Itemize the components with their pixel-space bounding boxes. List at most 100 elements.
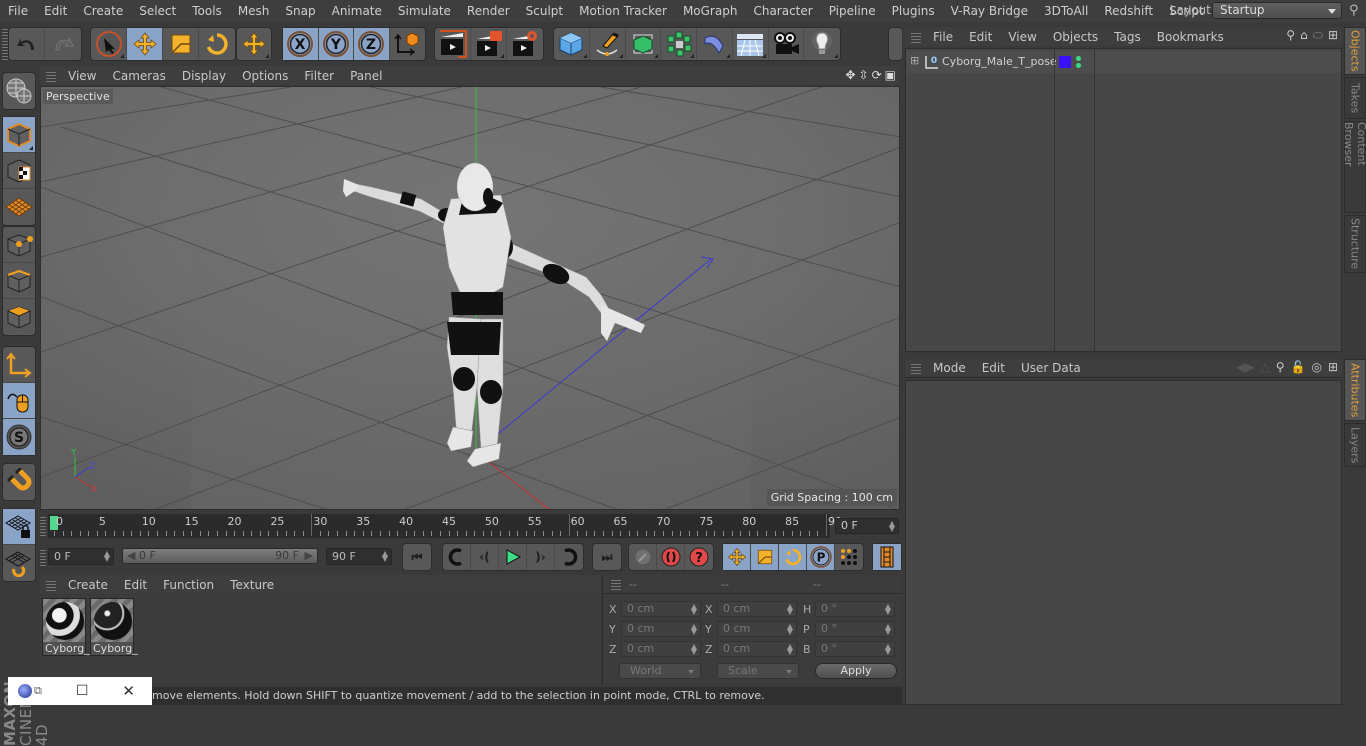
scale-key-button[interactable]: [751, 544, 779, 570]
scale-tool-button[interactable]: [163, 28, 199, 60]
back-icon[interactable]: ◀▶: [1236, 360, 1254, 374]
menu-select[interactable]: Select: [131, 4, 184, 18]
parameter-key-button[interactable]: P: [807, 544, 835, 570]
add-floor-button[interactable]: [733, 28, 769, 60]
render-settings-button[interactable]: [507, 28, 543, 60]
make-editable-button[interactable]: [3, 73, 35, 109]
object-name[interactable]: Cyborg_Male_T_pose: [942, 55, 1057, 68]
apply-button[interactable]: Apply: [815, 663, 897, 679]
target-icon[interactable]: ◎: [1311, 360, 1321, 374]
tab-takes[interactable]: Takes: [1344, 77, 1366, 119]
rotation-b-field[interactable]: 0 ° ▲ ▼: [815, 641, 895, 657]
viewport-menu-display[interactable]: Display: [174, 69, 234, 83]
size-y-field[interactable]: 0 cm ▲ ▼: [717, 621, 797, 637]
tab-content-browser[interactable]: Content Browser: [1342, 121, 1366, 213]
viewport-grip[interactable]: [46, 69, 56, 82]
restore-icon[interactable]: ⧉: [34, 684, 42, 698]
model-mode-button[interactable]: [3, 117, 35, 153]
search-icon[interactable]: ⚲: [1349, 3, 1359, 18]
object-menu-objects[interactable]: Objects: [1045, 30, 1106, 44]
material-menu-texture[interactable]: Texture: [222, 578, 282, 592]
snap-button[interactable]: [3, 464, 35, 500]
orbit-icon[interactable]: ⟳: [872, 68, 882, 82]
render-to-picture-viewer-button[interactable]: [471, 28, 507, 60]
position-z-field[interactable]: 0 cm ▲ ▼: [621, 641, 701, 657]
attributes-menu-mode[interactable]: Mode: [925, 361, 974, 375]
object-menu-file[interactable]: File: [925, 30, 961, 44]
add-cloner-button[interactable]: [661, 28, 697, 60]
size-x-field[interactable]: 0 cm ▲ ▼: [717, 601, 797, 617]
search-icon[interactable]: ⚲: [1276, 360, 1285, 374]
menu-sculpt[interactable]: Sculpt: [518, 4, 571, 18]
object-menu-edit[interactable]: Edit: [961, 30, 1000, 44]
viewport-menu-cameras[interactable]: Cameras: [104, 69, 173, 83]
edges-mode-button[interactable]: [3, 263, 35, 299]
timeline-window-button[interactable]: [873, 544, 901, 570]
toggle-layout-icon[interactable]: ▣: [885, 68, 896, 82]
x-axis-lock-button[interactable]: X: [283, 28, 319, 60]
range-left-arrow-icon[interactable]: ◀: [127, 549, 135, 563]
viewport-menu-options[interactable]: Options: [234, 69, 296, 83]
object-row[interactable]: ⊞ 0 Cyborg_Male_T_pose: [906, 51, 1341, 73]
workplane-mode-button[interactable]: [3, 189, 35, 225]
attributes-grip[interactable]: [911, 362, 921, 374]
transport-grip[interactable]: [40, 548, 46, 566]
attributes-menu-user-data[interactable]: User Data: [1013, 361, 1089, 375]
undo-button[interactable]: [9, 28, 45, 60]
record-keys-button[interactable]: [629, 544, 657, 570]
material-swatch[interactable]: Cyborg_: [42, 598, 90, 656]
workplane-lock-button[interactable]: [3, 509, 35, 545]
menu-edit[interactable]: Edit: [36, 4, 75, 18]
go-to-start-button[interactable]: ⏮: [403, 544, 431, 570]
solo-button[interactable]: S: [3, 419, 35, 455]
search-icon[interactable]: ⚲: [1286, 28, 1295, 43]
add-light-button[interactable]: [804, 28, 840, 60]
keyframe-selection-button[interactable]: ?: [685, 544, 713, 570]
z-axis-lock-button[interactable]: Z: [354, 28, 390, 60]
menu-redshift[interactable]: Redshift: [1096, 4, 1161, 18]
viewport-menu-view[interactable]: View: [60, 69, 104, 83]
size-z-field[interactable]: 0 cm ▲ ▼: [717, 641, 797, 657]
rotation-key-button[interactable]: [779, 544, 807, 570]
viewport-menu-filter[interactable]: Filter: [296, 69, 342, 83]
new-panel-icon[interactable]: ⊞: [1328, 28, 1338, 43]
axis-mode-button[interactable]: [3, 347, 35, 383]
coordinate-system-button[interactable]: [390, 28, 425, 60]
previous-key-button[interactable]: [443, 544, 471, 570]
menu-mesh[interactable]: Mesh: [230, 4, 278, 18]
tab-objects[interactable]: Objects: [1344, 27, 1366, 75]
position-x-field[interactable]: 0 cm ▲ ▼: [621, 601, 701, 617]
range-right-arrow-icon[interactable]: ▶: [305, 549, 313, 563]
menu-simulate[interactable]: Simulate: [390, 4, 459, 18]
material-menu-edit[interactable]: Edit: [116, 578, 155, 592]
up-icon[interactable]: △: [1260, 360, 1269, 374]
maximize-icon[interactable]: ☐: [76, 683, 89, 699]
coordinate-space-dropdown[interactable]: World: [619, 663, 701, 679]
menu-mograph[interactable]: MoGraph: [675, 4, 746, 18]
home-icon[interactable]: ⌂: [1300, 28, 1308, 43]
tab-layers[interactable]: Layers: [1344, 423, 1366, 467]
layout-dropdown[interactable]: Startup: [1212, 2, 1342, 19]
menu-create[interactable]: Create: [75, 4, 131, 18]
object-menu-view[interactable]: View: [1000, 30, 1044, 44]
menu-3dtoall[interactable]: 3DToAll: [1036, 4, 1096, 18]
coordinate-mode-dropdown[interactable]: Scale: [717, 663, 799, 679]
add-camera-button[interactable]: [769, 28, 805, 60]
rotation-h-field[interactable]: 0 ° ▲ ▼: [815, 601, 895, 617]
viewport-menu-panel[interactable]: Panel: [342, 69, 390, 83]
expand-icon[interactable]: ⊞: [910, 54, 919, 67]
timeline-ruler[interactable]: 051015202530354045505560657075808590: [48, 514, 842, 538]
add-subdivision-button[interactable]: [626, 28, 662, 60]
object-menu-tags[interactable]: Tags: [1106, 30, 1149, 44]
object-manager-grip[interactable]: [911, 30, 921, 43]
points-mode-button[interactable]: [3, 227, 35, 263]
menu-character[interactable]: Character: [745, 4, 820, 18]
add-cube-button[interactable]: [554, 28, 590, 60]
redo-button[interactable]: [45, 28, 81, 60]
go-to-end-button[interactable]: ⏭: [593, 544, 621, 570]
tab-attributes[interactable]: Attributes: [1344, 359, 1366, 421]
tab-structure[interactable]: Structure: [1344, 215, 1366, 273]
render-visibility-dot[interactable]: [1076, 63, 1081, 68]
position-key-button[interactable]: [723, 544, 751, 570]
object-menu-bookmarks[interactable]: Bookmarks: [1149, 30, 1232, 44]
